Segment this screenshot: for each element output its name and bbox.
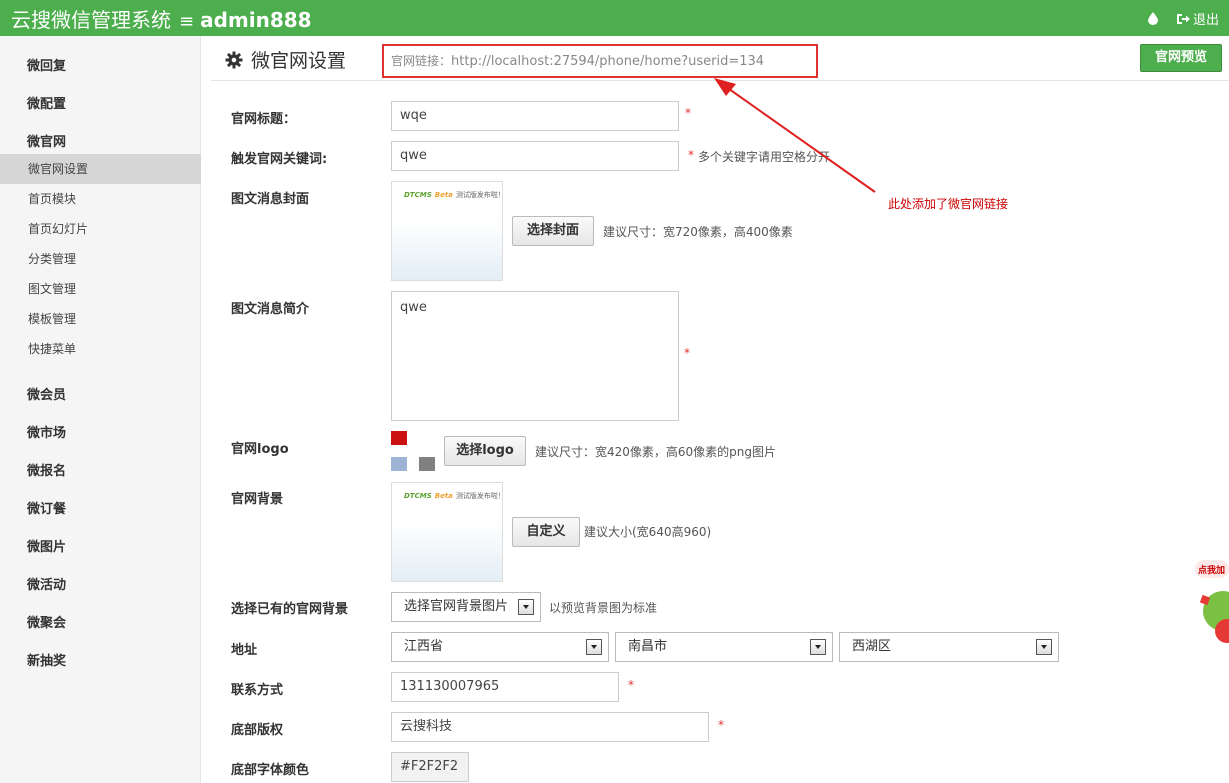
cover-thumbnail: DTCMS Beta 测试版发布啦！ xyxy=(391,181,503,281)
floating-help-widget[interactable]: 点我加 xyxy=(1195,556,1229,656)
color-swatch-red[interactable] xyxy=(391,431,407,445)
thumbnail-logo-text: DTCMS xyxy=(404,492,432,500)
chevron-down-icon xyxy=(586,639,602,655)
thumbnail-beta-text: Beta xyxy=(434,191,453,199)
keywords-input[interactable]: qwe xyxy=(391,141,679,171)
website-preview-button[interactable]: 官网预览 xyxy=(1140,44,1222,72)
app-title: 云搜微信管理系统 xyxy=(11,8,171,32)
sidebar-group-events[interactable]: 微活动 xyxy=(27,574,66,593)
existing-background-select[interactable]: 选择官网背景图片 xyxy=(391,592,541,622)
thumbnail-caption: DTCMS Beta 测试版发布啦！ xyxy=(404,491,503,501)
city-select[interactable]: 南昌市 xyxy=(615,632,833,662)
sidebar-group-website[interactable]: 微官网 xyxy=(27,131,66,150)
required-mark: * xyxy=(688,148,694,162)
logo-hint: 建议尺寸：宽420像素，高60像素的png图片 xyxy=(535,445,777,459)
footer-color-input[interactable]: #F2F2F2 xyxy=(391,752,469,782)
contact-input[interactable]: 131130007965 xyxy=(391,672,619,702)
chevron-down-icon xyxy=(1036,639,1052,655)
background-thumbnail: DTCMS Beta 测试版发布啦！ xyxy=(391,482,503,582)
existing-background-label: 选择已有的官网背景 xyxy=(231,602,349,617)
sidebar-item-templates[interactable]: 模板管理 xyxy=(0,304,201,334)
background-hint: 建议大小(宽640高960) xyxy=(584,525,712,539)
sidebar-group-gatherings[interactable]: 微聚会 xyxy=(27,612,66,631)
sidebar-item-home-modules[interactable]: 首页模块 xyxy=(0,184,201,214)
annotation-text: 此处添加了微官网链接 xyxy=(888,197,1009,211)
website-url-label: 官网链接： xyxy=(391,54,452,68)
intro-label: 图文消息简介 xyxy=(231,302,310,317)
top-bar: 云搜微信管理系统 ≡ admin888 退出 xyxy=(0,0,1229,36)
chevron-down-icon xyxy=(518,599,534,615)
site-title-label: 官网标题： xyxy=(231,112,297,127)
province-value: 江西省 xyxy=(404,639,444,654)
sidebar-item-articles[interactable]: 图文管理 xyxy=(0,274,201,304)
keywords-label: 触发官网关键词: xyxy=(231,152,328,167)
sidebar-item-quick-menu[interactable]: 快捷菜单 xyxy=(0,334,201,364)
city-value: 南昌市 xyxy=(628,639,668,654)
annotation-arrow xyxy=(714,78,876,193)
sidebar: 微回复 微配置 微官网 微官网设置 首页模块 首页幻灯片 分类管理 图文管理 模… xyxy=(0,36,201,783)
thumbnail-caption: DTCMS Beta 测试版发布啦！ xyxy=(404,190,503,200)
footer-copyright-input[interactable]: 云搜科技 xyxy=(391,712,709,742)
cover-label: 图文消息封面 xyxy=(231,192,310,207)
select-cover-button[interactable]: 选择封面 xyxy=(512,216,594,246)
sidebar-group-pictures[interactable]: 微图片 xyxy=(27,536,66,555)
color-swatch-blue[interactable] xyxy=(391,457,407,471)
custom-background-button[interactable]: 自定义 xyxy=(512,517,580,547)
theme-drop-icon[interactable] xyxy=(1147,12,1158,25)
existing-background-hint: 以预览背景图为标准 xyxy=(549,601,658,615)
sidebar-group-lottery[interactable]: 新抽奖 xyxy=(27,650,66,669)
thumbnail-beta-text: Beta xyxy=(434,492,453,500)
footer-color-label: 底部字体颜色 xyxy=(231,763,310,778)
contact-label: 联系方式 xyxy=(231,683,284,698)
footer-copyright-label: 底部版权 xyxy=(231,723,284,738)
select-logo-button[interactable]: 选择logo xyxy=(444,436,526,466)
required-mark: * xyxy=(718,718,724,732)
color-swatch-gray[interactable] xyxy=(419,457,435,471)
thumbnail-logo-text: DTCMS xyxy=(404,191,432,199)
sidebar-group-member[interactable]: 微会员 xyxy=(27,384,66,403)
site-title-input[interactable]: wqe xyxy=(391,101,679,131)
sign-out-icon xyxy=(1176,13,1190,24)
brand: 云搜微信管理系统 ≡ admin888 xyxy=(11,4,312,33)
gear-icon xyxy=(225,51,243,68)
sidebar-item-categories[interactable]: 分类管理 xyxy=(0,244,201,274)
sidebar-group-market[interactable]: 微市场 xyxy=(27,422,66,441)
chevron-down-icon xyxy=(810,639,826,655)
username: admin888 xyxy=(200,8,312,32)
province-select[interactable]: 江西省 xyxy=(391,632,609,662)
sidebar-group-config[interactable]: 微配置 xyxy=(27,93,66,112)
district-value: 西湖区 xyxy=(852,639,892,654)
existing-background-value: 选择官网背景图片 xyxy=(404,599,509,614)
page-title-text: 微官网设置 xyxy=(251,50,347,72)
cover-hint: 建议尺寸：宽720像素，高400像素 xyxy=(603,225,793,239)
top-right-actions: 退出 xyxy=(1147,9,1219,28)
intro-textarea[interactable]: qwe xyxy=(391,291,679,421)
logo-label: 官网logo xyxy=(231,442,289,457)
menu-toggle-icon[interactable]: ≡ xyxy=(179,11,194,32)
page-title: 微官网设置 xyxy=(225,46,346,73)
floating-widget-text: 点我加 xyxy=(1198,566,1226,576)
sidebar-item-home-slides[interactable]: 首页幻灯片 xyxy=(0,214,201,244)
logout-button[interactable]: 退出 xyxy=(1176,9,1219,28)
thumbnail-tagline: 测试版发布啦！ xyxy=(455,191,503,199)
thumbnail-tagline: 测试版发布啦！ xyxy=(455,492,503,500)
address-label: 地址 xyxy=(231,643,258,658)
website-url-value: http://localhost:27594/phone/home?userid… xyxy=(451,54,765,69)
sidebar-group-ordering[interactable]: 微订餐 xyxy=(27,498,66,517)
logout-label: 退出 xyxy=(1192,13,1219,28)
background-label: 官网背景 xyxy=(231,492,284,507)
district-select[interactable]: 西湖区 xyxy=(839,632,1059,662)
required-mark: * xyxy=(685,106,691,120)
required-mark: * xyxy=(684,346,690,360)
sidebar-group-signup[interactable]: 微报名 xyxy=(27,460,66,479)
sidebar-group-reply[interactable]: 微回复 xyxy=(27,55,66,74)
required-mark: * xyxy=(628,678,634,692)
sidebar-item-website-settings[interactable]: 微官网设置 xyxy=(0,154,201,184)
